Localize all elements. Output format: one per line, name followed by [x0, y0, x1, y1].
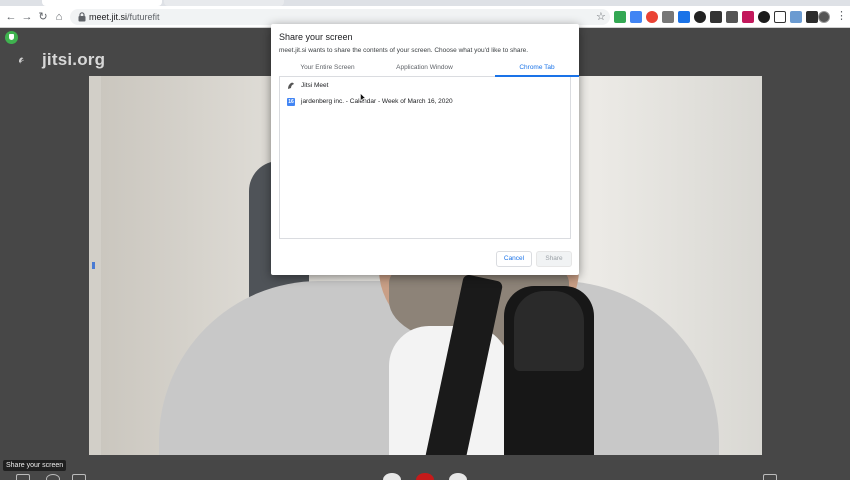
extension-icon[interactable]: [630, 11, 642, 23]
list-item[interactable]: 16 jardenberg inc. - Calendar - Week of …: [280, 96, 570, 110]
extension-icon[interactable]: [646, 11, 658, 23]
raise-hand-button[interactable]: [46, 474, 60, 480]
dialog-subtitle: meet.jit.si wants to share the contents …: [279, 47, 529, 54]
extension-icon[interactable]: [710, 11, 722, 23]
chat-button[interactable]: [72, 474, 86, 480]
back-icon[interactable]: ←: [4, 10, 18, 24]
bookmark-star-icon[interactable]: ☆: [596, 10, 606, 23]
video-microphone-grille: [514, 291, 584, 371]
share-screen-tooltip: Share your screen: [3, 460, 67, 471]
cancel-button[interactable]: Cancel: [496, 251, 532, 267]
tile-view-button[interactable]: [763, 474, 777, 480]
list-item-label: jardenberg inc. - Calendar - Week of Mar…: [301, 98, 453, 105]
screenshare-button[interactable]: [16, 474, 30, 480]
share-button[interactable]: Share: [536, 251, 572, 267]
jitsi-logo-icon: [18, 57, 24, 64]
tab-entire-screen[interactable]: Your Entire Screen: [279, 64, 376, 71]
share-screen-dialog: Share your screen meet.jit.si wants to s…: [271, 24, 579, 275]
screen: ← → ↻ ⌂ meet.jit.si/futurefit ☆ ⋮ jitsi.…: [0, 0, 850, 480]
tab-application-window[interactable]: Application Window: [376, 64, 473, 71]
video-background-door: [89, 76, 101, 455]
list-item-label: Jitsi Meet: [301, 82, 329, 89]
url-text: meet.jit.si/futurefit: [89, 10, 160, 24]
security-badge-icon[interactable]: [5, 31, 18, 44]
extension-icon[interactable]: [758, 11, 770, 23]
reload-icon[interactable]: ↻: [36, 10, 50, 24]
address-bar[interactable]: meet.jit.si/futurefit: [70, 9, 610, 25]
extension-icon[interactable]: [742, 11, 754, 23]
chrome-tab-list: Jitsi Meet 16 jardenberg inc. - Calendar…: [279, 77, 571, 239]
microphone-button[interactable]: [383, 473, 401, 480]
share-source-tabs: Your Entire Screen Application Window Ch…: [279, 61, 579, 77]
more-options-icon[interactable]: [792, 474, 806, 480]
extension-icon[interactable]: [790, 11, 802, 23]
extension-icon[interactable]: [678, 11, 690, 23]
dialog-title: Share your screen: [279, 32, 353, 42]
list-item[interactable]: Jitsi Meet: [280, 80, 570, 94]
extension-icon[interactable]: [614, 11, 626, 23]
google-calendar-icon: 16: [287, 98, 295, 106]
filmstrip-toggle-icon[interactable]: [92, 262, 95, 269]
extension-icon[interactable]: [726, 11, 738, 23]
tab-chrome-tab[interactable]: Chrome Tab: [489, 64, 585, 71]
hangup-button[interactable]: [416, 473, 434, 480]
jitsi-icon: [288, 82, 294, 89]
extension-icon[interactable]: [662, 11, 674, 23]
wikipedia-icon[interactable]: [774, 11, 786, 23]
extensions-bar: [614, 10, 818, 24]
profile-avatar[interactable]: [818, 11, 830, 23]
browser-menu-icon[interactable]: ⋮: [836, 9, 847, 22]
extension-icon[interactable]: [806, 11, 818, 23]
camera-button[interactable]: [449, 473, 467, 480]
home-icon[interactable]: ⌂: [52, 10, 66, 24]
url-host: meet.jit.si: [89, 12, 128, 22]
url-path: /futurefit: [127, 12, 160, 22]
jitsi-logo-text: jitsi.org: [42, 50, 106, 69]
forward-icon[interactable]: →: [20, 10, 34, 24]
mouse-cursor-icon: [360, 93, 366, 102]
lock-icon: [78, 12, 86, 22]
extension-icon[interactable]: [694, 11, 706, 23]
